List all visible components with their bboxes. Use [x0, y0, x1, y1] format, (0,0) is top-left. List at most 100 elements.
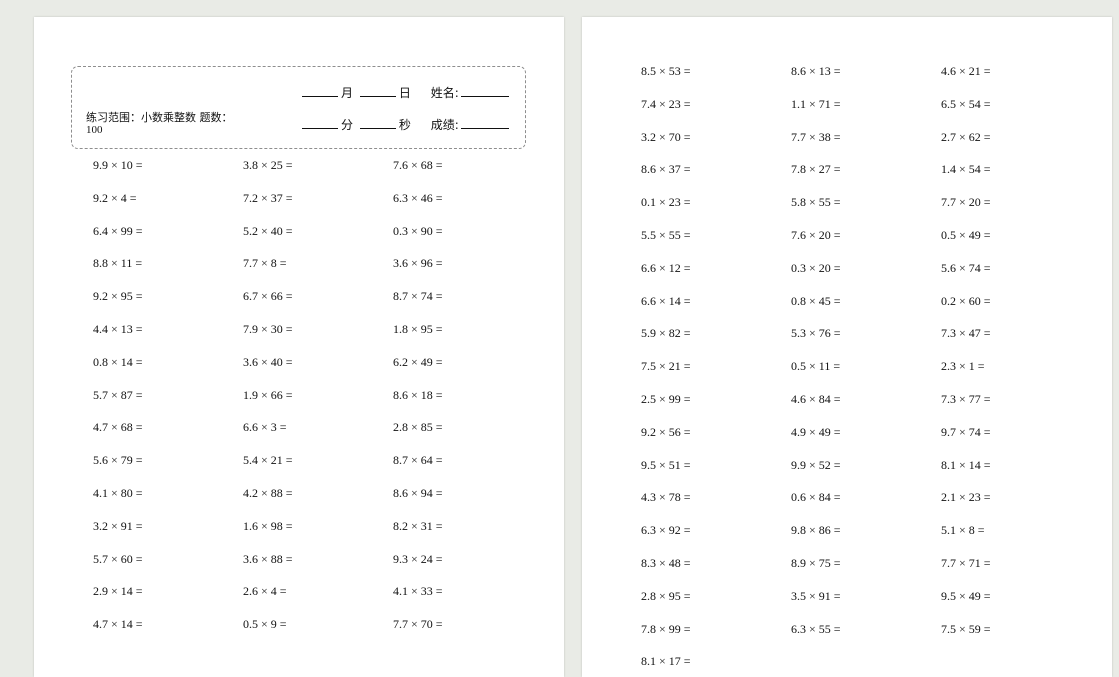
problem-item: 0.8 × 14 =	[93, 354, 143, 369]
problem-item: 6.3 × 55 =	[791, 621, 841, 636]
problem-item: 7.7 × 70 =	[393, 617, 443, 632]
problem-item: 8.7 × 64 =	[393, 453, 443, 468]
problem-item: 0.3 × 20 =	[791, 260, 841, 275]
problem-item: 9.7 × 74 =	[941, 424, 991, 439]
problem-item: 2.6 × 4 =	[243, 584, 287, 599]
worksheet-page-2: 8.5 × 53 = 7.4 × 23 = 3.2 × 70 = 8.6 × 37 =…	[582, 17, 1112, 677]
problem-item: 6.2 × 49 =	[393, 354, 443, 369]
problem-item: 2.8 × 95 =	[641, 588, 691, 603]
problem-item: 3.2 × 91 =	[93, 518, 143, 533]
problem-item: 0.2 × 60 =	[941, 293, 991, 308]
problem-item: 3.2 × 70 =	[641, 129, 691, 144]
month-blank	[302, 84, 338, 97]
problem-item: 7.7 × 8 =	[243, 256, 287, 271]
problem-item: 6.4 × 99 =	[93, 223, 143, 238]
problem-item: 4.7 × 14 =	[93, 617, 143, 632]
date-name-row: 月 日 姓名:	[302, 84, 512, 101]
problem-item: 4.7 × 68 =	[93, 420, 143, 435]
worksheet-header-box: 月 日 姓名: 分 秒 成绩: 练习范围：小数乘整数 题数： 100	[71, 66, 526, 149]
problem-item: 5.6 × 79 =	[93, 453, 143, 468]
problem-item: 7.3 × 47 =	[941, 326, 991, 341]
problem-item: 3.6 × 40 =	[243, 354, 293, 369]
problem-item: 7.5 × 59 =	[941, 621, 991, 636]
problem-item: 0.5 × 9 =	[243, 617, 287, 632]
problem-item: 7.7 × 38 =	[791, 129, 841, 144]
problem-item: 9.2 × 95 =	[93, 289, 143, 304]
problem-item: 9.5 × 51 =	[641, 457, 691, 472]
problem-item: 2.1 × 23 =	[941, 490, 991, 505]
problem-item: 9.5 × 49 =	[941, 588, 991, 603]
problem-item: 5.2 × 40 =	[243, 223, 293, 238]
problem-item: 0.6 × 84 =	[791, 490, 841, 505]
problem-item: 3.8 × 25 =	[243, 158, 293, 172]
problem-item: 0.5 × 49 =	[941, 228, 991, 242]
problem-item: 5.9 × 82 =	[641, 326, 691, 341]
problem-item: 0.5 × 11 =	[791, 359, 841, 374]
problem-item: 1.4 × 54 =	[941, 162, 991, 177]
problem-item: 8.1 × 14 =	[941, 457, 991, 472]
worksheet-page-1: 月 日 姓名: 分 秒 成绩: 练习范围：小数乘整数 题数： 100 9.9 ×…	[34, 17, 564, 677]
problem-item: 5.7 × 87 =	[93, 387, 143, 402]
problem-item: 7.8 × 99 =	[641, 621, 691, 636]
problem-item: 8.5 × 53 =	[641, 64, 691, 78]
problem-item: 0.3 × 90 =	[393, 223, 443, 238]
problem-item: 7.4 × 23 =	[641, 96, 691, 111]
problem-item: 9.2 × 56 =	[641, 424, 691, 439]
problem-item: 7.3 × 77 =	[941, 392, 991, 406]
problem-item: 5.6 × 74 =	[941, 260, 991, 275]
range-text: 练习范围：小数乘整数 题数：	[86, 111, 233, 124]
day-label: 日	[398, 86, 411, 100]
problem-item: 2.3 × 1 =	[941, 359, 985, 374]
problem-item: 0.8 × 45 =	[791, 293, 841, 308]
problem-item: 5.3 × 76 =	[791, 326, 841, 341]
problem-item: 5.8 × 55 =	[791, 195, 841, 210]
second-label: 秒	[398, 118, 411, 132]
minute-blank	[302, 116, 338, 129]
problem-item: 4.1 × 80 =	[93, 486, 143, 500]
problem-item: 1.1 × 71 =	[791, 96, 841, 111]
problem-item: 9.8 × 86 =	[791, 523, 841, 538]
problem-item: 8.6 × 18 =	[393, 387, 443, 402]
time-score-row: 分 秒 成绩:	[302, 116, 512, 133]
problem-item: 7.2 × 37 =	[243, 190, 293, 205]
problem-item: 6.5 × 54 =	[941, 96, 991, 111]
problem-item: 5.1 × 8 =	[941, 523, 985, 538]
problem-item: 8.9 × 75 =	[791, 556, 841, 570]
problem-item: 8.6 × 37 =	[641, 162, 691, 177]
problem-item: 6.6 × 3 =	[243, 420, 287, 435]
problem-item: 4.9 × 49 =	[791, 424, 841, 439]
problem-item: 8.1 × 17 =	[641, 654, 691, 669]
problem-item: 2.7 × 62 =	[941, 129, 991, 144]
problem-item: 6.3 × 92 =	[641, 523, 691, 538]
problem-item: 2.9 × 14 =	[93, 584, 143, 599]
problem-item: 7.6 × 68 =	[393, 158, 443, 172]
score-label: 成绩:	[430, 118, 459, 132]
problem-item: 8.7 × 74 =	[393, 289, 443, 304]
problem-item: 8.2 × 31 =	[393, 518, 443, 533]
problem-item: 6.6 × 12 =	[641, 260, 691, 275]
problem-item: 8.6 × 13 =	[791, 64, 841, 78]
problem-item: 7.7 × 20 =	[941, 195, 991, 210]
problem-item: 1.6 × 98 =	[243, 518, 293, 533]
problem-item: 5.5 × 55 =	[641, 228, 691, 242]
problem-item: 4.6 × 21 =	[941, 64, 991, 78]
month-label: 月	[341, 86, 354, 100]
problem-item: 8.6 × 94 =	[393, 486, 443, 500]
problem-item: 4.1 × 33 =	[393, 584, 443, 599]
problem-item: 9.3 × 24 =	[393, 551, 443, 566]
problem-item: 9.9 × 52 =	[791, 457, 841, 472]
problem-item: 6.3 × 46 =	[393, 190, 443, 205]
problem-item: 7.5 × 21 =	[641, 359, 691, 374]
problem-item: 8.3 × 48 =	[641, 556, 691, 570]
problem-item: 7.8 × 27 =	[791, 162, 841, 177]
problem-item: 6.6 × 14 =	[641, 293, 691, 308]
minute-label: 分	[341, 118, 354, 132]
problem-item: 9.2 × 4 =	[93, 190, 137, 205]
question-count: 100	[86, 124, 103, 136]
problem-item: 0.1 × 23 =	[641, 195, 691, 210]
problem-item: 4.4 × 13 =	[93, 322, 143, 336]
problem-item: 9.9 × 10 =	[93, 158, 143, 172]
name-blank	[460, 84, 509, 97]
practice-range: 练习范围：小数乘整数 题数： 100	[86, 111, 233, 137]
problem-item: 7.9 × 30 =	[243, 322, 293, 336]
